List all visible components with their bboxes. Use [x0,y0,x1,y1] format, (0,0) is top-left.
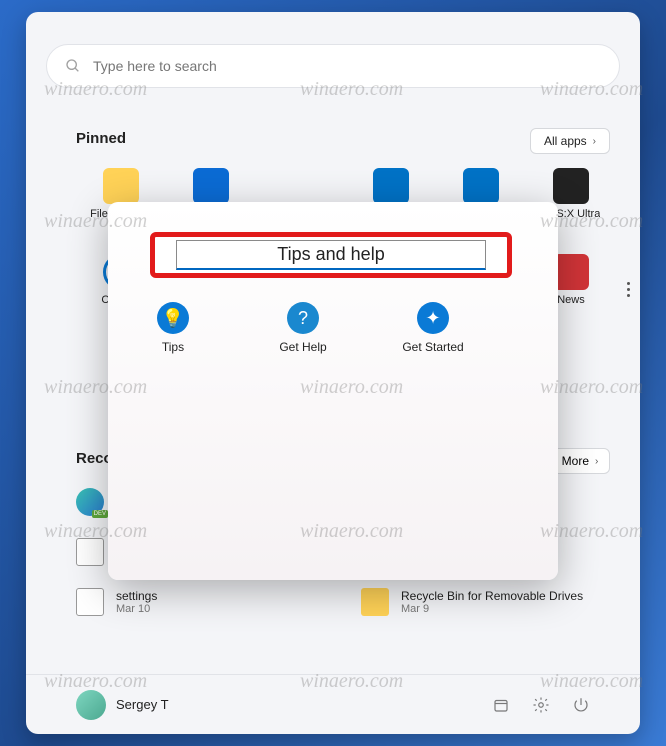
recommended-item[interactable]: settingsMar 10 [76,588,331,616]
all-apps-button[interactable]: All apps › [530,128,610,154]
popup-app-label: Get Help [279,340,326,354]
chevron-right-icon: › [595,456,598,467]
chevron-right-icon: › [593,136,596,147]
popup-app-label: Tips [162,340,184,354]
library-icon[interactable] [492,696,510,714]
compass-icon: ✦ [417,302,449,334]
user-account[interactable]: Sergey T [76,690,169,720]
popup-app-gethelp[interactable]: ? Get Help [258,302,348,354]
movies-icon [193,168,229,204]
help-icon: ? [287,302,319,334]
calendar-icon [463,168,499,204]
folder-icon [361,588,389,616]
file-icon [76,588,104,616]
avatar [76,690,106,720]
more-button[interactable]: More › [550,448,610,474]
group-name-highlight [150,232,512,278]
mail-icon [373,168,409,204]
popup-app-getstarted[interactable]: ✦ Get Started [388,302,478,354]
more-dots-icon[interactable] [627,282,630,297]
start-footer: Sergey T [26,674,640,734]
create-group-popup: 💡 Tips ? Get Help ✦ Get Started [108,202,558,580]
file-icon [76,538,104,566]
search-box[interactable]: Type here to search [46,44,620,88]
power-icon[interactable] [572,696,590,714]
group-name-input[interactable] [176,240,486,270]
search-icon [65,58,81,74]
popup-app-tips[interactable]: 💡 Tips [128,302,218,354]
folder-icon [103,168,139,204]
all-apps-label: All apps [544,134,587,148]
popup-app-label: Get Started [402,340,463,354]
rec-sub: Mar 10 [116,603,157,615]
rec-sub: Mar 9 [401,603,583,615]
dts-icon [553,168,589,204]
more-label: More [562,454,589,468]
rec-title: settings [116,589,157,603]
rec-title: Recycle Bin for Removable Drives [401,589,583,603]
recommended-item[interactable]: Recycle Bin for Removable DrivesMar 9 [361,588,616,616]
pinned-heading: Pinned [76,130,126,147]
popup-apps: 💡 Tips ? Get Help ✦ Get Started [128,302,478,354]
user-name: Sergey T [116,697,169,712]
lightbulb-icon: 💡 [157,302,189,334]
edge-dev-icon: DEV [76,488,104,516]
search-placeholder: Type here to search [93,58,217,74]
news-icon [553,254,589,290]
gear-icon[interactable] [532,696,550,714]
